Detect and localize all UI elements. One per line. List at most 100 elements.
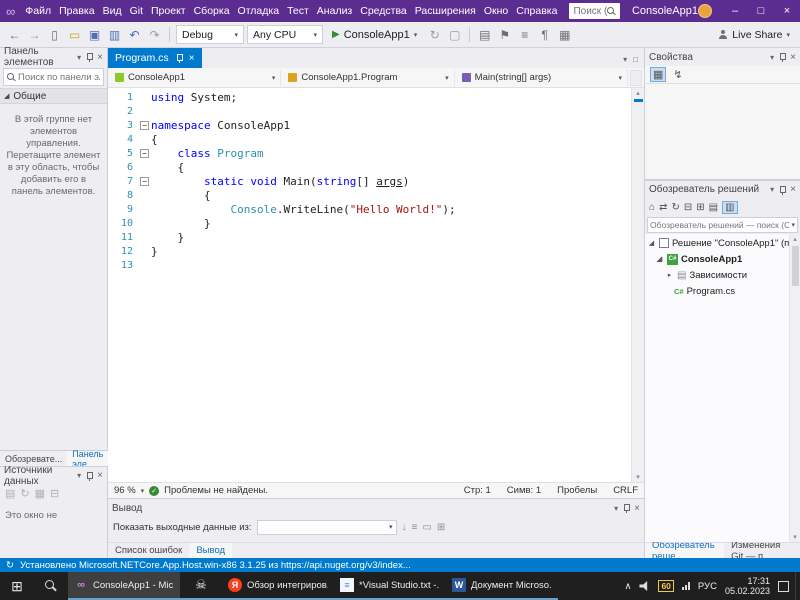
maximize-button[interactable]: □ [748, 0, 774, 22]
add-data-source-icon[interactable]: ▤ [5, 487, 15, 500]
action-center-icon[interactable] [778, 580, 789, 592]
menu-view[interactable]: Вид [99, 0, 126, 22]
taskbar-yandex-browser[interactable]: Я Обзор интегриров... [222, 572, 334, 600]
redo-icon[interactable]: ↷ [146, 28, 163, 42]
menu-build[interactable]: Сборка [190, 0, 234, 22]
taskbar-clock[interactable]: 17:31 05.02.2023 [725, 576, 770, 596]
chevron-down-icon[interactable]: ▾ [770, 185, 774, 194]
quick-launch-search[interactable] [569, 3, 620, 19]
sync-with-active-icon[interactable]: ▥ [722, 200, 738, 214]
toolbox-search-input[interactable] [18, 71, 100, 83]
close-button[interactable]: × [774, 0, 800, 22]
fold-toggle-icon[interactable]: − [138, 148, 151, 158]
pin-icon[interactable] [778, 52, 787, 62]
tree-item-project[interactable]: ◢ C# ConsoleApp1 [645, 251, 800, 267]
nav-member-dropdown[interactable]: Main(string[] args) ▾ [457, 69, 628, 86]
toolbox-group-general[interactable]: ◢ Общие [0, 88, 107, 104]
pin-icon[interactable] [622, 503, 631, 513]
break-all-icon[interactable]: ▢ [446, 28, 463, 42]
toggle-autoscroll-icon[interactable]: ⊞ [437, 522, 445, 533]
editor-scrollbar[interactable]: ▴ ▾ [631, 88, 644, 482]
switch-views-icon[interactable]: ⇄ [659, 202, 667, 213]
close-icon[interactable]: × [189, 53, 195, 64]
scroll-up-icon[interactable]: ▴ [636, 89, 640, 97]
code-line[interactable]: 4{ [108, 132, 631, 146]
language-indicator[interactable]: РУС [698, 581, 717, 592]
tab-error-list[interactable]: Список ошибок [108, 543, 189, 558]
save-all-icon[interactable]: ▥ [106, 28, 123, 42]
menu-edit[interactable]: Правка [55, 0, 98, 22]
show-all-files-icon[interactable]: ⊞ [696, 202, 704, 213]
eol-indicator[interactable]: CRLF [613, 485, 638, 496]
collapse-all-icon[interactable]: ⊟ [684, 202, 692, 213]
scroll-up-icon[interactable]: ▴ [793, 235, 797, 243]
close-icon[interactable]: × [97, 52, 103, 63]
chevron-down-icon[interactable]: ▾ [141, 487, 145, 495]
scroll-down-icon[interactable]: ▾ [793, 533, 797, 541]
pin-icon[interactable] [85, 471, 94, 481]
menu-extensions[interactable]: Расширения [411, 0, 480, 22]
code-line[interactable]: 5− class Program [108, 146, 631, 160]
chevron-down-icon[interactable]: ▾ [77, 53, 81, 62]
new-project-icon[interactable]: ▯ [46, 28, 63, 42]
platform-dropdown[interactable]: Any CPU ▾ [247, 25, 323, 44]
save-icon[interactable]: ▣ [86, 28, 103, 42]
menu-debug[interactable]: Отладка [234, 0, 284, 22]
expander-icon[interactable]: ▸ [665, 271, 674, 279]
tree-item-program-cs[interactable]: C# Program.cs [645, 283, 800, 299]
back-icon[interactable]: ← [6, 28, 23, 42]
taskbar-skull-app[interactable]: ☠ [180, 572, 222, 600]
fold-toggle-icon[interactable]: − [138, 176, 151, 186]
code-line[interactable]: 1 using System; [108, 90, 631, 104]
solution-search[interactable]: ▾ [647, 217, 798, 233]
code-line[interactable]: 11 } [108, 230, 631, 244]
taskbar-word[interactable]: W Документ Microso... [446, 572, 558, 600]
forward-icon[interactable]: → [26, 28, 43, 42]
menu-project[interactable]: Проект [147, 0, 190, 22]
scroll-thumb[interactable] [791, 246, 799, 286]
minimize-button[interactable]: – [722, 0, 748, 22]
close-icon[interactable]: × [97, 470, 103, 481]
start-button[interactable]: ⊞ [0, 572, 34, 600]
menu-tools[interactable]: Средства [356, 0, 411, 22]
code-line[interactable]: 7− static void Main(string[] args) [108, 174, 631, 188]
live-share-button[interactable]: Live Share ▾ [718, 29, 794, 41]
splitter-handle[interactable] [629, 69, 642, 86]
refresh-icon[interactable]: ↻ [671, 202, 679, 213]
chevron-down-icon[interactable]: ▾ [623, 55, 627, 64]
open-file-icon[interactable]: ▭ [66, 28, 83, 42]
find-message-icon[interactable]: ↓ [402, 522, 407, 533]
events-icon[interactable]: ↯ [671, 68, 684, 81]
whitespace-icon[interactable]: ¶ [536, 28, 553, 42]
configure-icon[interactable]: ▦ [35, 487, 45, 500]
solution-scrollbar[interactable]: ▴ ▾ [789, 234, 800, 542]
expander-icon[interactable]: ◢ [647, 239, 656, 247]
categorized-icon[interactable]: ▦ [650, 67, 667, 82]
window-list-icon[interactable]: □ [633, 55, 638, 64]
tab-git-changes[interactable]: Изменения Git — п... [724, 540, 800, 562]
code-line[interactable]: 10 } [108, 216, 631, 230]
pin-icon[interactable] [778, 185, 787, 195]
menu-git[interactable]: Git [126, 0, 147, 22]
show-desktop-button[interactable] [795, 572, 800, 600]
collapse-icon[interactable]: ⊟ [50, 487, 59, 500]
problems-status[interactable]: Проблемы не найдены. [164, 485, 268, 496]
properties-page-icon[interactable]: ▤ [709, 202, 718, 213]
nav-class-dropdown[interactable]: ConsoleApp1.Program ▾ [283, 69, 455, 86]
close-icon[interactable]: × [634, 503, 640, 514]
spaces-indicator[interactable]: Пробелы [557, 485, 597, 496]
code-line[interactable]: 8 { [108, 188, 631, 202]
tab-solution-explorer[interactable]: Обозреватель реше... [645, 540, 725, 562]
toolbox-search[interactable] [3, 68, 104, 86]
tree-item-solution[interactable]: ◢ Решение "ConsoleApp1" (проекты: 1 из 1… [645, 235, 800, 251]
code-lines[interactable]: 1 using System; 2 3− namespace ConsoleApp1 4{… [108, 88, 631, 482]
taskbar-notepad[interactable]: ≡ *Visual Studio.txt -... [334, 572, 446, 600]
expander-icon[interactable]: ◢ [655, 255, 664, 263]
scroll-down-icon[interactable]: ▾ [636, 473, 640, 481]
find-in-files-icon[interactable]: ▤ [476, 28, 493, 42]
hot-reload-icon[interactable]: ↻ [426, 28, 443, 42]
taskbar-search-button[interactable] [34, 572, 68, 600]
menu-help[interactable]: Справка [512, 0, 561, 22]
tab-program-cs[interactable]: Program.cs × [108, 48, 202, 68]
chevron-down-icon[interactable]: ▾ [770, 53, 774, 62]
